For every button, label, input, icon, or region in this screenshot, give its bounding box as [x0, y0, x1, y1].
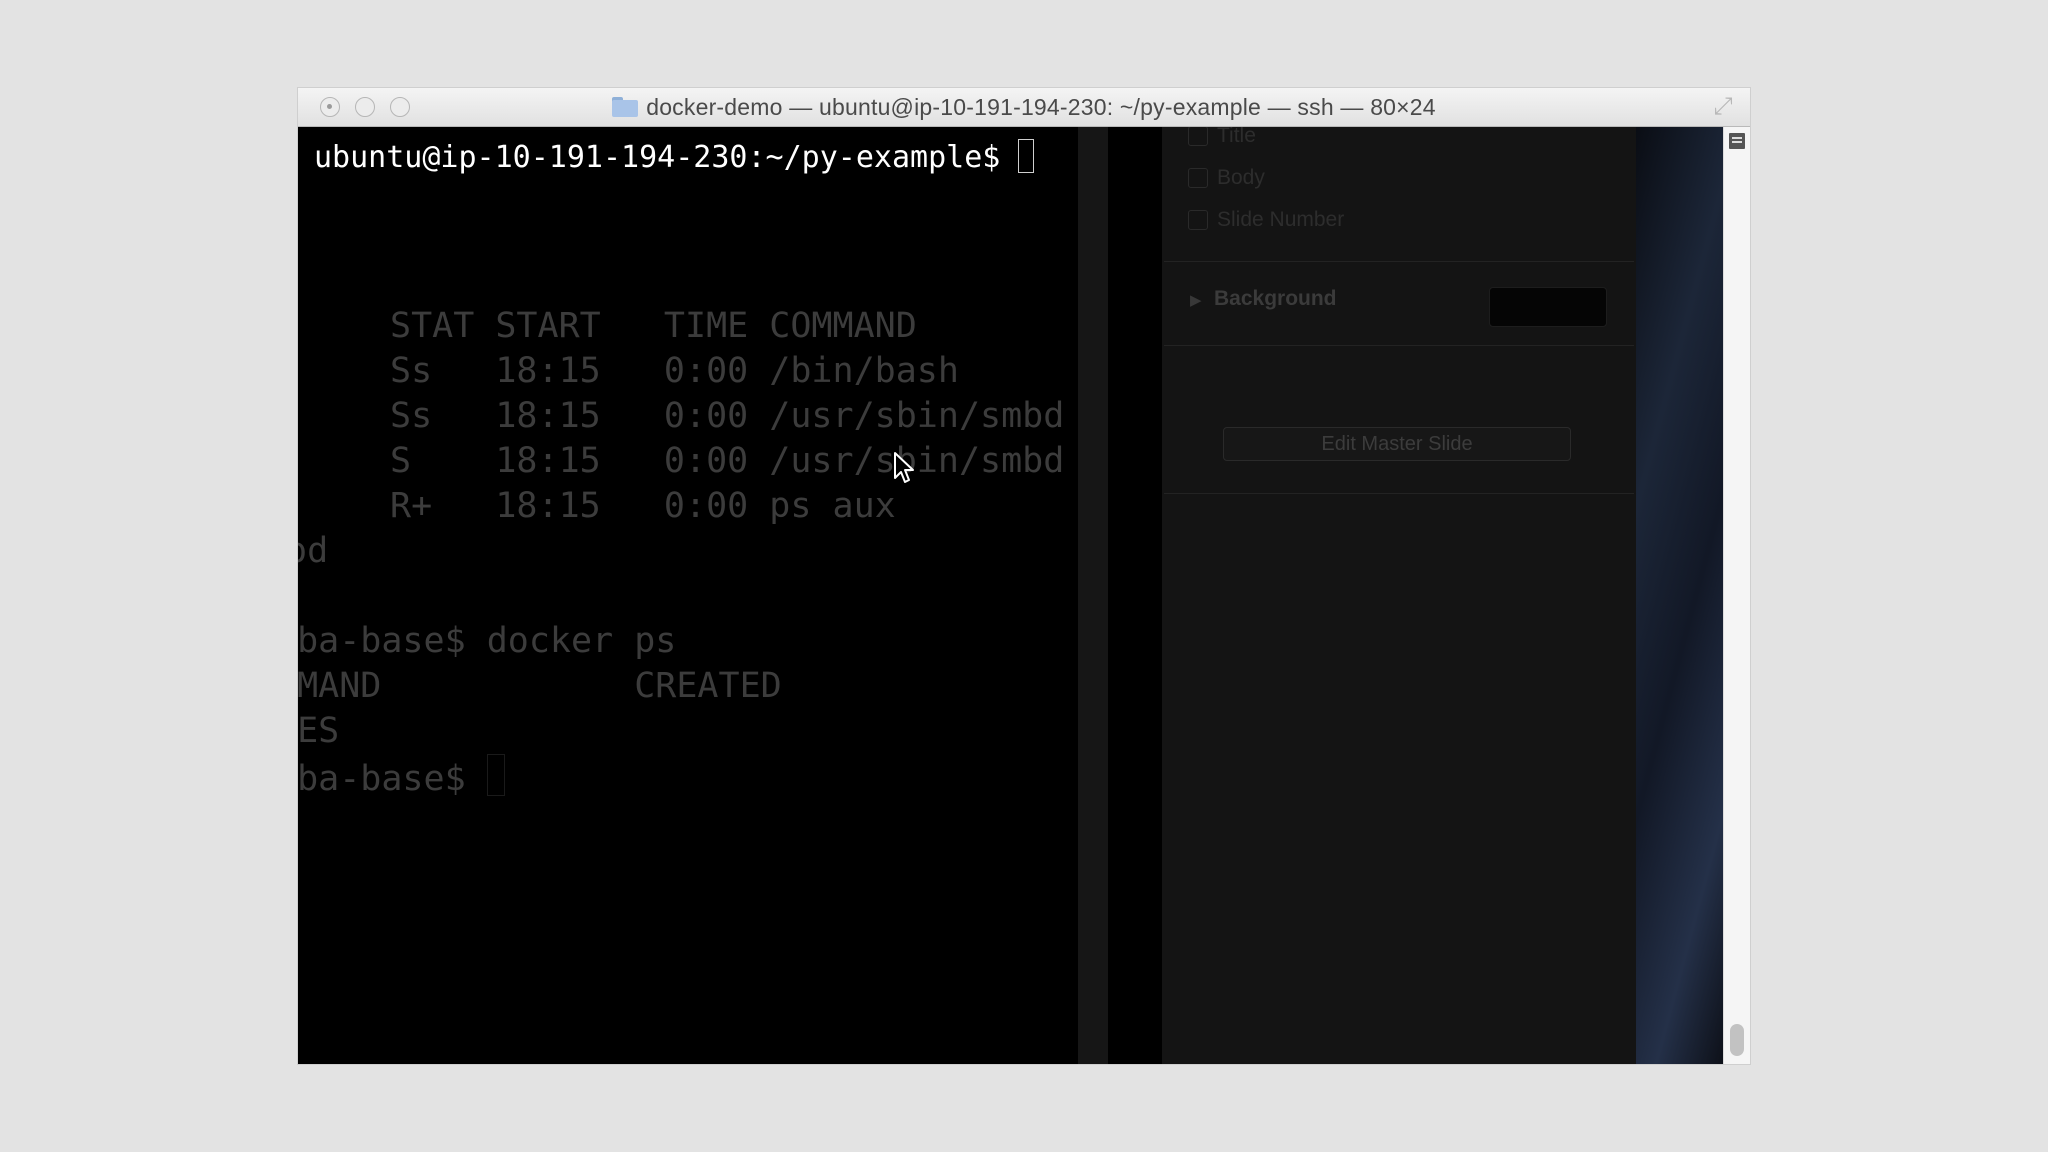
ps-row: R+ 18:15 0:00 ps aux	[390, 486, 896, 526]
checkbox-icon	[1188, 127, 1208, 146]
ghost-checkbox-title: Title	[1188, 127, 1256, 148]
faded-prompt: mba-base$	[298, 754, 505, 802]
ghost-separator	[1164, 493, 1634, 494]
window-title: docker-demo — ubuntu@ip-10-191-194-230: …	[646, 93, 1436, 120]
ghost-checkbox-label: Title	[1217, 127, 1256, 147]
ps-row: Ss 18:15 0:00 /usr/sbin/smbd	[390, 396, 1065, 436]
ghost-checkbox-label: Slide Number	[1217, 208, 1345, 231]
ps-row: S 18:15 0:00 /usr/sbin/smbd	[390, 441, 1065, 481]
ghost-color-swatch	[1489, 287, 1607, 327]
ghost-edit-master-button: Edit Master Slide	[1223, 427, 1571, 461]
checkbox-icon	[1188, 210, 1208, 230]
prompt-text: ubuntu@ip-10-191-194-230:~/py-example$	[314, 140, 1019, 175]
active-prompt[interactable]: ubuntu@ip-10-191-194-230:~/py-example$	[314, 135, 1035, 180]
ghost-divider	[1078, 127, 1108, 1064]
fullscreen-icon[interactable]: ⤢	[1710, 94, 1736, 120]
ghost-separator	[1164, 261, 1634, 262]
checkbox-icon	[1188, 168, 1208, 188]
disclosure-triangle-icon: ▶	[1190, 292, 1202, 309]
faded-text-fragment: od	[298, 531, 329, 571]
ps-row: Ss 18:15 0:00 /bin/bash	[390, 351, 959, 391]
ghost-inspector-panel	[1162, 127, 1636, 1064]
text-cursor	[1018, 139, 1035, 173]
faded-cursor	[486, 754, 505, 796]
ghost-checkbox-slide-number: Slide Number	[1188, 208, 1344, 232]
vertical-scrollbar[interactable]	[1723, 127, 1750, 1064]
folder-icon	[612, 97, 639, 117]
faded-text-fragment: MES	[298, 711, 340, 751]
terminal-content[interactable]: Title Body Slide Number ▶ Background Edi…	[298, 127, 1724, 1064]
ghost-checkbox-label: Body	[1217, 166, 1265, 189]
ghost-background-photo	[1636, 127, 1724, 1064]
faded-prompt-text: mba-base$	[298, 759, 466, 799]
ps-header: STAT START TIME COMMAND	[390, 306, 917, 346]
terminal-window: docker-demo — ubuntu@ip-10-191-194-230: …	[298, 88, 1750, 1064]
scroll-thumb[interactable]	[1730, 1024, 1744, 1056]
ghost-separator	[1164, 345, 1634, 346]
menu-icon[interactable]	[1729, 133, 1745, 149]
docker-ps-command: mba-base$ docker ps	[298, 621, 677, 661]
ghost-checkbox-body: Body	[1188, 166, 1265, 190]
ghost-background-label: Background	[1214, 287, 1337, 310]
title-bar[interactable]: docker-demo — ubuntu@ip-10-191-194-230: …	[298, 88, 1750, 127]
docker-ps-header: MMAND CREATED	[298, 666, 782, 706]
mouse-pointer-icon	[894, 452, 914, 483]
